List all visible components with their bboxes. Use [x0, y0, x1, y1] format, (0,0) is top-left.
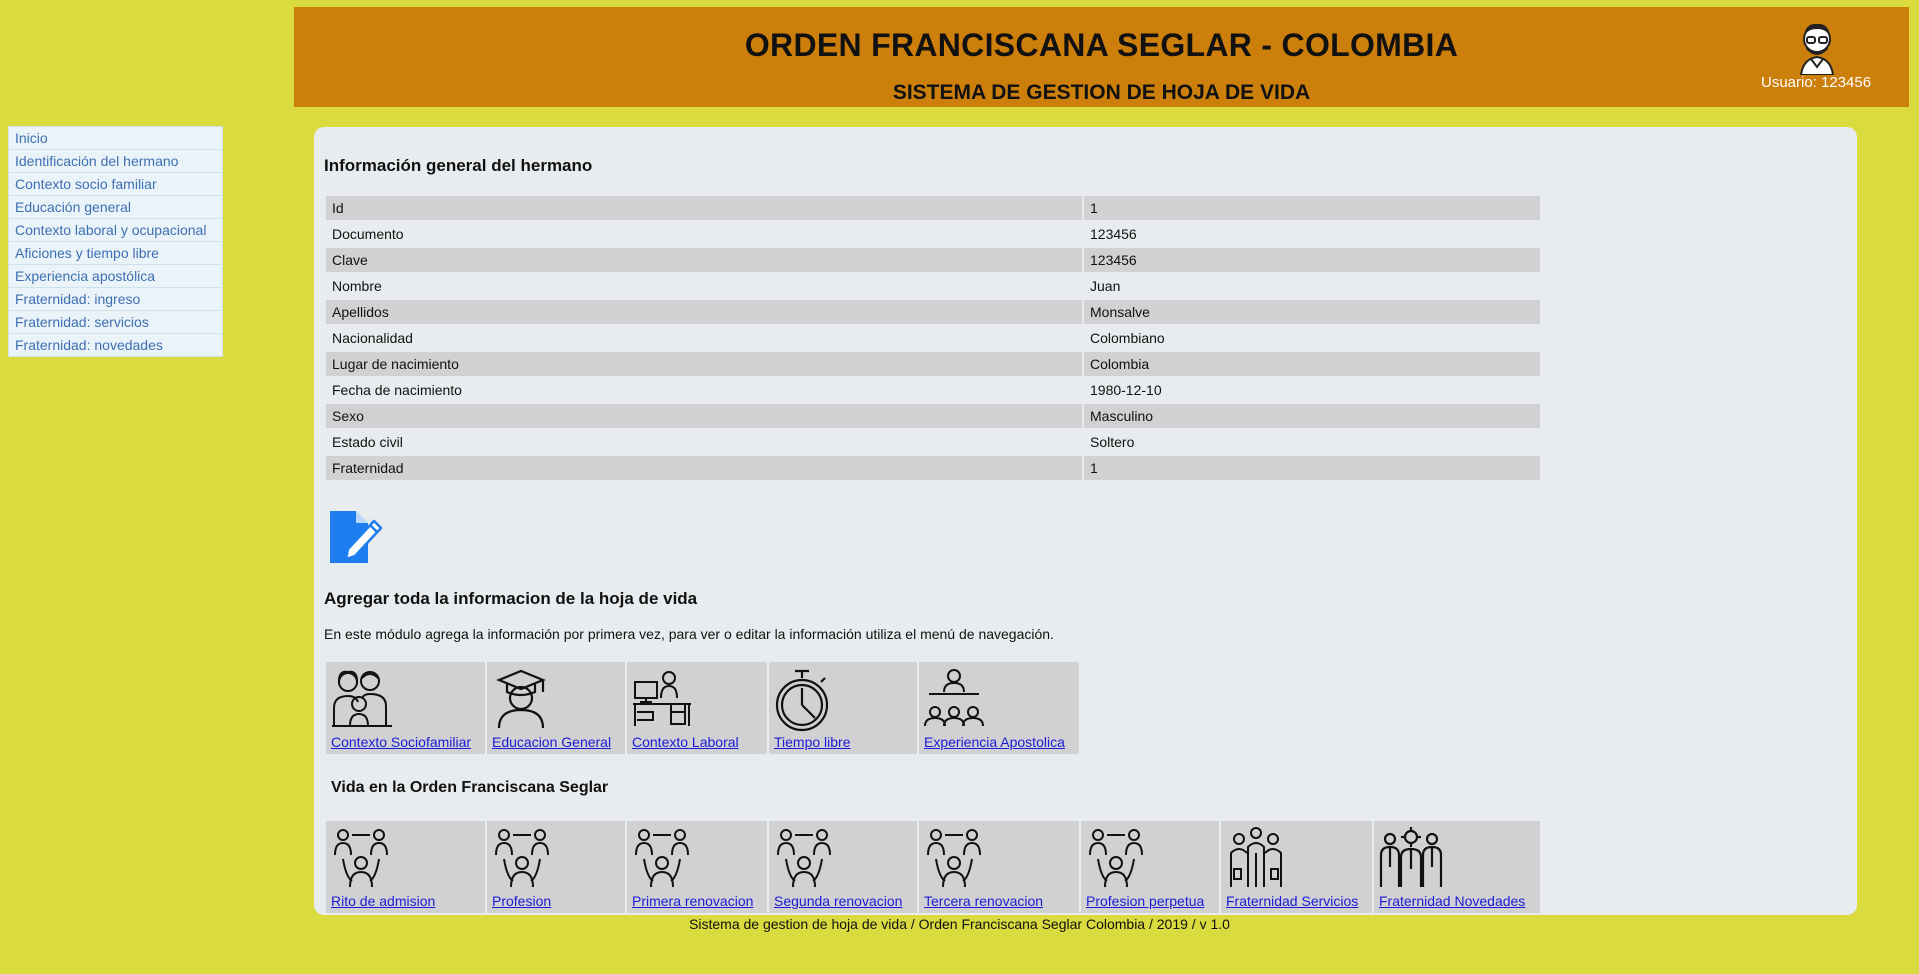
family-icon	[332, 670, 392, 727]
card-link[interactable]: Contexto Laboral	[632, 734, 739, 750]
add-section-title: Agregar toda la informacion de la hoja d…	[324, 589, 698, 608]
group-icon	[635, 829, 689, 888]
group-icon	[334, 829, 388, 888]
sidebar-item-educacion-general[interactable]: Educación general	[9, 196, 222, 219]
row-key: Sexo	[326, 404, 1082, 428]
community-icon	[1230, 827, 1282, 887]
card-link[interactable]: Tiempo libre	[774, 734, 851, 750]
sidebar-item-fraternidad-servicios[interactable]: Fraternidad: servicios	[9, 311, 222, 334]
sidebar-item-fraternidad-novedades[interactable]: Fraternidad: novedades	[9, 334, 222, 356]
row-key: Lugar de nacimiento	[326, 352, 1082, 376]
table-row: Nacionalidad Colombiano	[326, 326, 1540, 350]
stopwatch-icon	[775, 669, 829, 732]
card-link[interactable]: Segunda renovacion	[774, 893, 902, 909]
card-profesion[interactable]: Profesion	[487, 821, 625, 913]
row-key: Estado civil	[326, 430, 1082, 454]
user-label: Usuario: 123456	[1761, 74, 1872, 91]
card-primera-renovacion[interactable]: Primera renovacion	[627, 821, 767, 913]
row-value: Monsalve	[1084, 300, 1540, 324]
card-contexto-sociofamiliar[interactable]: Contexto Sociofamiliar	[326, 662, 485, 754]
info-section-title: Información general del hermano	[324, 156, 593, 175]
card-link[interactable]: Profesion	[492, 893, 551, 909]
row-key: Documento	[326, 222, 1082, 246]
row-key: Nacionalidad	[326, 326, 1082, 350]
card-profesion-perpetua[interactable]: Profesion perpetua	[1081, 821, 1219, 913]
sidebar-item-identificacion[interactable]: Identificación del hermano	[9, 150, 222, 173]
table-row: Estado civil Soltero	[326, 430, 1540, 454]
main-panel: Información general del hermano Id 1 Docu…	[314, 127, 1857, 915]
sidebar-item-contexto-laboral[interactable]: Contexto laboral y ocupacional	[9, 219, 222, 242]
card-link[interactable]: Tercera renovacion	[924, 893, 1043, 909]
row-value: 1	[1084, 196, 1540, 220]
card-link[interactable]: Experiencia Apostolica	[924, 734, 1065, 750]
team-icon	[1379, 827, 1443, 887]
card-contexto-laboral[interactable]: Contexto Laboral	[627, 662, 767, 754]
card-fraternidad-servicios[interactable]: Fraternidad Servicios	[1221, 821, 1372, 913]
row-key: Fecha de nacimiento	[326, 378, 1082, 402]
row-value: Soltero	[1084, 430, 1540, 454]
row-value: 123456	[1084, 248, 1540, 272]
row-key: Nombre	[326, 274, 1082, 298]
table-row: Fecha de nacimiento 1980-12-10	[326, 378, 1540, 402]
sidebar-item-contexto-socio-familiar[interactable]: Contexto socio familiar	[9, 173, 222, 196]
card-rito-admision[interactable]: Rito de admision	[326, 821, 485, 913]
row-value: Colombia	[1084, 352, 1540, 376]
group-icon	[777, 829, 831, 888]
card-link[interactable]: Rito de admision	[331, 893, 435, 909]
row-key: Apellidos	[326, 300, 1082, 324]
card-link[interactable]: Educacion General	[492, 734, 611, 750]
table-row: Nombre Juan	[326, 274, 1540, 298]
info-table: Id 1 Documento 123456 Clave 123456 Nombre Ju…	[324, 194, 1542, 482]
row-value: 123456	[1084, 222, 1540, 246]
sidebar-item-aficiones[interactable]: Aficiones y tiempo libre	[9, 242, 222, 265]
table-row: Lugar de nacimiento Colombia	[326, 352, 1540, 376]
card-educacion-general[interactable]: Educacion General	[487, 662, 625, 754]
order-section-title: Vida en la Orden Franciscana Seglar	[331, 779, 609, 796]
row-key: Fraternidad	[326, 456, 1082, 480]
group-icon	[927, 829, 981, 888]
row-key: Id	[326, 196, 1082, 220]
group-icon	[495, 829, 549, 888]
row-key: Clave	[326, 248, 1082, 272]
sidebar-item-fraternidad-ingreso[interactable]: Fraternidad: ingreso	[9, 288, 222, 311]
row-value: 1	[1084, 456, 1540, 480]
order-cards: Rito de admision Profesion Primera renov…	[326, 821, 1540, 913]
table-row: Apellidos Monsalve	[326, 300, 1540, 324]
user-avatar-icon[interactable]	[1797, 19, 1837, 75]
page-subtitle: SISTEMA DE GESTION DE HOJA DE VIDA	[892, 81, 1311, 104]
table-row: Fraternidad 1	[326, 456, 1540, 480]
sidebar-menu: Inicio Identificación del hermano Contex…	[8, 126, 223, 357]
page-footer: Sistema de gestion de hoja de vida / Ord…	[689, 916, 1230, 932]
sidebar-item-experiencia-apostolica[interactable]: Experiencia apostólica	[9, 265, 222, 288]
page-header: ORDEN FRANCISCANA SEGLAR - COLOMBIA SIST…	[294, 7, 1909, 107]
table-row: Documento 123456	[326, 222, 1540, 246]
card-fraternidad-novedades[interactable]: Fraternidad Novedades	[1374, 821, 1540, 913]
group-icon	[1089, 829, 1143, 888]
card-link[interactable]: Fraternidad Servicios	[1226, 893, 1358, 909]
sidebar-item-inicio[interactable]: Inicio	[9, 127, 222, 150]
card-link[interactable]: Primera renovacion	[632, 893, 753, 909]
add-cards: Contexto Sociofamiliar Educacion General	[326, 662, 1079, 754]
card-link[interactable]: Profesion perpetua	[1086, 893, 1204, 909]
add-section-description: En este módulo agrega la información por…	[324, 626, 1054, 642]
row-value: Colombiano	[1084, 326, 1540, 350]
card-link[interactable]: Fraternidad Novedades	[1379, 893, 1525, 909]
table-row: Id 1	[326, 196, 1540, 220]
page-title: ORDEN FRANCISCANA SEGLAR - COLOMBIA	[744, 27, 1459, 63]
card-tiempo-libre[interactable]: Tiempo libre	[769, 662, 917, 754]
table-row: Clave 123456	[326, 248, 1540, 272]
card-experiencia-apostolica[interactable]: Experiencia Apostolica	[919, 662, 1079, 754]
teaching-icon	[924, 669, 984, 727]
graduate-icon	[496, 669, 546, 729]
row-value: 1980-12-10	[1084, 378, 1540, 402]
card-link[interactable]: Contexto Sociofamiliar	[331, 734, 471, 750]
edit-document-icon[interactable]	[328, 509, 384, 565]
card-segunda-renovacion[interactable]: Segunda renovacion	[769, 821, 917, 913]
workdesk-icon	[633, 671, 691, 726]
row-value: Masculino	[1084, 404, 1540, 428]
row-value: Juan	[1084, 274, 1540, 298]
table-row: Sexo Masculino	[326, 404, 1540, 428]
card-tercera-renovacion[interactable]: Tercera renovacion	[919, 821, 1079, 913]
